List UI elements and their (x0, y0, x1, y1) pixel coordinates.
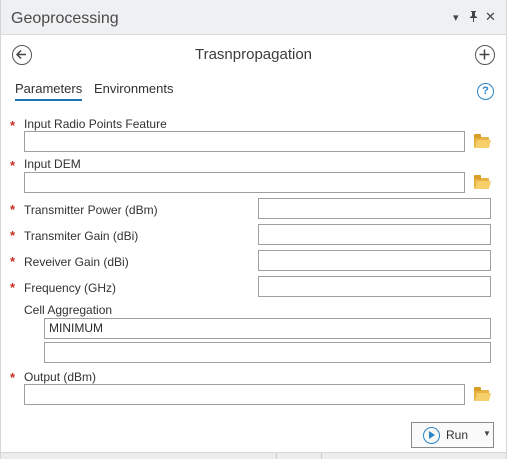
tx-gain-field[interactable] (258, 224, 491, 245)
required-marker: * (10, 228, 16, 243)
close-icon[interactable]: ✕ (485, 9, 496, 25)
pane-title: Geoprocessing (11, 10, 119, 27)
input-dem-field[interactable] (24, 172, 465, 193)
rx-gain-field[interactable] (258, 250, 491, 271)
run-label: Run (446, 428, 469, 442)
input-dem-label: Input DEM (24, 157, 81, 171)
tool-title: Trasnpropagation (194, 46, 313, 63)
rx-gain-label: Reveiver Gain (dBi) (24, 255, 129, 269)
folder-icon[interactable] (474, 134, 489, 148)
tab-divider (276, 453, 277, 459)
required-marker: * (10, 202, 16, 217)
play-icon (423, 427, 440, 444)
tool-header: Trasnpropagation (1, 36, 506, 76)
frequency-label: Frequency (GHz) (24, 281, 117, 295)
chevron-down-icon[interactable]: ▾ (453, 11, 459, 24)
pane-titlebar: Geoprocessing ▾ ✕ (1, 0, 506, 35)
bottom-tab-strip (1, 452, 506, 459)
tool-tabs: Parameters Environments ? (1, 80, 506, 102)
tab-environments[interactable]: Environments (94, 81, 173, 96)
input-points-label: Input Radio Points Feature (24, 117, 167, 131)
required-marker: * (10, 118, 16, 133)
required-marker: * (10, 370, 16, 385)
tab-divider (321, 453, 322, 459)
input-points-field[interactable] (24, 131, 465, 152)
folder-icon[interactable] (474, 175, 489, 189)
tab-parameters[interactable]: Parameters (15, 81, 83, 101)
run-button[interactable]: Run ▼ (411, 422, 494, 448)
required-marker: * (10, 280, 16, 295)
add-icon[interactable] (475, 45, 495, 65)
output-field[interactable] (24, 384, 465, 405)
frequency-field[interactable] (258, 276, 491, 297)
cell-aggregation-empty-field[interactable] (44, 342, 491, 363)
output-label: Output (dBm) (24, 370, 97, 384)
geoprocessing-pane: Geoprocessing ▾ ✕ Trasnpropagation Param… (0, 0, 507, 459)
folder-icon[interactable] (474, 387, 489, 401)
pin-icon[interactable] (469, 11, 478, 25)
tx-power-field[interactable] (258, 198, 491, 219)
cell-aggregation-label: Cell Aggregation (24, 303, 113, 317)
chevron-down-icon[interactable]: ▼ (483, 429, 491, 438)
help-icon[interactable]: ? (477, 83, 494, 100)
required-marker: * (10, 158, 16, 173)
cell-aggregation-value-field[interactable]: MINIMUM (44, 318, 491, 339)
tx-gain-label: Transmiter Gain (dBi) (24, 229, 139, 243)
required-marker: * (10, 254, 16, 269)
tx-power-label: Transmitter Power (dBm) (24, 203, 158, 217)
